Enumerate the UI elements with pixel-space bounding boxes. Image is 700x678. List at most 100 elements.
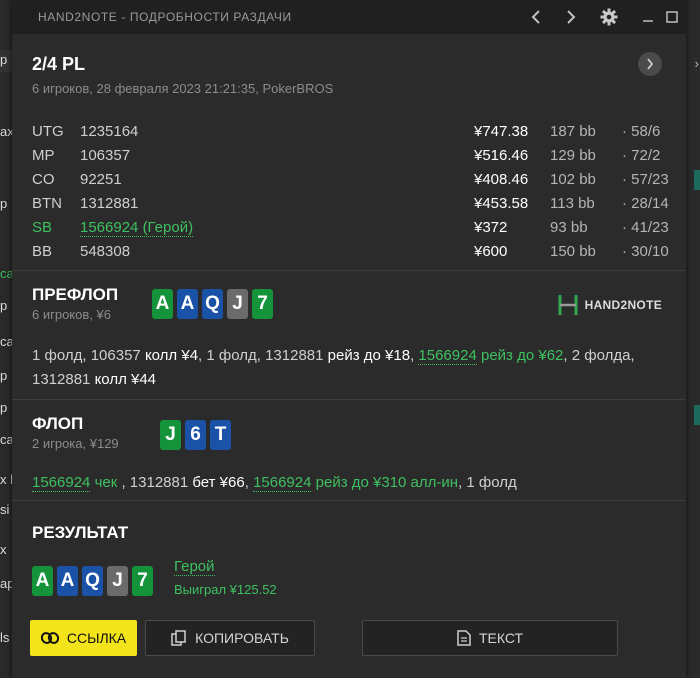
player-stack: ¥600: [474, 243, 508, 260]
player-stack-bb: 187 bb: [550, 123, 596, 140]
open-hand-button[interactable]: [638, 52, 662, 76]
player-stack: ¥516.46: [474, 147, 529, 164]
player-stack: ¥372: [474, 219, 508, 236]
players-table: UTG 1235164 ¥747.38 187 bb · 58/6 MP 106…: [12, 120, 686, 270]
link-button[interactable]: ССЫЛКА: [30, 620, 137, 656]
player-stack: ¥453.58: [474, 195, 529, 212]
action-text: , 1 фолд: [458, 474, 517, 491]
settings-button[interactable]: [595, 0, 623, 34]
player-stack-bb: 129 bb: [550, 147, 596, 164]
card: A: [57, 566, 78, 596]
player-id[interactable]: 1235164: [80, 123, 138, 140]
player-stack: ¥747.38: [474, 123, 529, 140]
player-position: BTN: [32, 195, 62, 212]
window-title: HAND2NOTE - ПОДРОБНОСТИ РАЗДАЧИ: [38, 10, 292, 24]
player-stats: · 30/10: [622, 243, 669, 260]
card: 6: [185, 420, 206, 450]
player-row: CO 92251 ¥408.46 102 bb · 57/23: [32, 168, 669, 192]
hand-details-window: HAND2NOTE - ПОДРОБНОСТИ РАЗДАЧИ 2/4 PL 6…: [12, 0, 686, 678]
result-hero-link[interactable]: Герой: [174, 558, 215, 576]
player-stack: ¥408.46: [474, 171, 529, 188]
player-stats: · 58/6: [622, 123, 661, 140]
card: Q: [82, 566, 103, 596]
flop-info: 2 игрока, ¥129: [32, 436, 119, 451]
player-row-hero: SB 1566924 (Герой) ¥372 93 bb · 41/23: [32, 216, 669, 240]
hand2note-logo-icon: [558, 295, 578, 315]
flop-actions: 1566924 чек , 1312881 бет ¥66, 1566924 р…: [32, 471, 666, 495]
card: J: [160, 420, 181, 450]
hand-info: 6 игроков, 28 февраля 2023 21:21:35, Pok…: [32, 81, 334, 96]
action-text: , 1312881: [117, 474, 193, 491]
player-stats: · 72/2: [622, 147, 661, 164]
card: A: [152, 289, 173, 319]
background-app-right: ›: [686, 0, 700, 678]
card: Q: [202, 289, 223, 319]
card: J: [107, 566, 128, 596]
hero-id-link[interactable]: 1566924: [253, 474, 312, 492]
card: T: [210, 420, 231, 450]
document-icon: [457, 630, 471, 646]
prev-hand-button[interactable]: [522, 0, 550, 34]
action-amount: рейз до ¥18: [327, 347, 411, 364]
result-title: РЕЗУЛЬТАТ: [32, 523, 129, 542]
player-id[interactable]: 548308: [80, 243, 130, 260]
player-stats: · 57/23: [622, 171, 669, 188]
next-hand-button[interactable]: [557, 0, 585, 34]
result-cards: A A Q J 7: [32, 566, 153, 596]
chevron-right-icon: [567, 10, 576, 24]
copy-button-label: КОПИРОВАТЬ: [195, 630, 289, 646]
hand2note-logo: HAND2NOTE: [557, 293, 662, 317]
action-amount: бет ¥66: [192, 474, 245, 491]
chevron-left-icon: [531, 10, 540, 24]
player-row: BB 548308 ¥600 150 bb · 30/10: [32, 240, 669, 264]
link-button-label: ССЫЛКА: [66, 630, 127, 646]
player-stack-bb: 113 bb: [550, 195, 595, 212]
card: J: [227, 289, 248, 319]
card: A: [32, 566, 53, 596]
link-icon: [40, 632, 59, 644]
player-position: MP: [32, 147, 55, 164]
action-amount: колл ¥44: [94, 371, 157, 388]
player-id[interactable]: 1566924 (Герой): [80, 219, 194, 237]
game-type: 2/4 PL: [32, 54, 86, 74]
hero-action: чек: [90, 474, 118, 491]
gear-icon: [600, 8, 618, 26]
player-position: UTG: [32, 123, 64, 140]
hero-id-link[interactable]: 1566924: [418, 347, 477, 365]
player-position: SB: [32, 219, 53, 236]
flop-board-cards: J 6 T: [160, 420, 231, 450]
flop-section: ФЛОП 2 игрока, ¥129 J 6 T 1566924 чек , …: [12, 400, 686, 500]
player-stack-bb: 93 bb: [550, 219, 588, 236]
player-id[interactable]: 1312881: [80, 195, 138, 212]
action-text: ,: [244, 474, 254, 491]
text-button[interactable]: ТЕКСТ: [362, 620, 618, 656]
hand-header: 2/4 PL 6 игроков, 28 февраля 2023 21:21:…: [12, 34, 686, 120]
player-row: MP 106357 ¥516.46 129 bb · 72/2: [32, 144, 666, 168]
result-won-amount: Выиграл ¥125.52: [174, 582, 277, 597]
flop-title: ФЛОП: [32, 414, 84, 433]
player-row: BTN 1312881 ¥453.58 113 bb · 28/14: [32, 192, 669, 216]
chevron-right-icon: [647, 58, 654, 70]
hero-action: рейз до ¥310 алл-ин: [311, 474, 459, 491]
hero-id-link[interactable]: 1566924: [32, 474, 91, 492]
player-id[interactable]: 92251: [80, 171, 122, 188]
card: 7: [132, 566, 153, 596]
player-row: UTG 1235164 ¥747.38 187 bb · 58/6: [32, 120, 666, 144]
preflop-section: ПРЕФЛОП 6 игроков, ¥6 A A Q J 7 HAND2NOT…: [12, 271, 686, 399]
copy-button[interactable]: КОПИРОВАТЬ: [145, 620, 315, 656]
maximize-icon: [666, 11, 678, 23]
player-position: CO: [32, 171, 55, 188]
player-stats: · 41/23: [622, 219, 669, 236]
action-text: 1 фолд, 106357: [32, 347, 145, 364]
preflop-actions: 1 фолд, 106357 колл ¥4, 1 фолд, 1312881 …: [32, 344, 666, 392]
player-stack-bb: 150 bb: [550, 243, 596, 260]
minimize-icon: [643, 20, 653, 22]
player-id[interactable]: 106357: [80, 147, 130, 164]
card: A: [177, 289, 198, 319]
action-amount: колл ¥4: [144, 347, 199, 364]
background-accent: [694, 170, 700, 190]
maximize-button[interactable]: [658, 0, 686, 34]
background-accent: [694, 405, 700, 425]
hero-id-link[interactable]: 1566924 (Герой): [80, 219, 194, 237]
title-bar[interactable]: HAND2NOTE - ПОДРОБНОСТИ РАЗДАЧИ: [12, 0, 686, 34]
